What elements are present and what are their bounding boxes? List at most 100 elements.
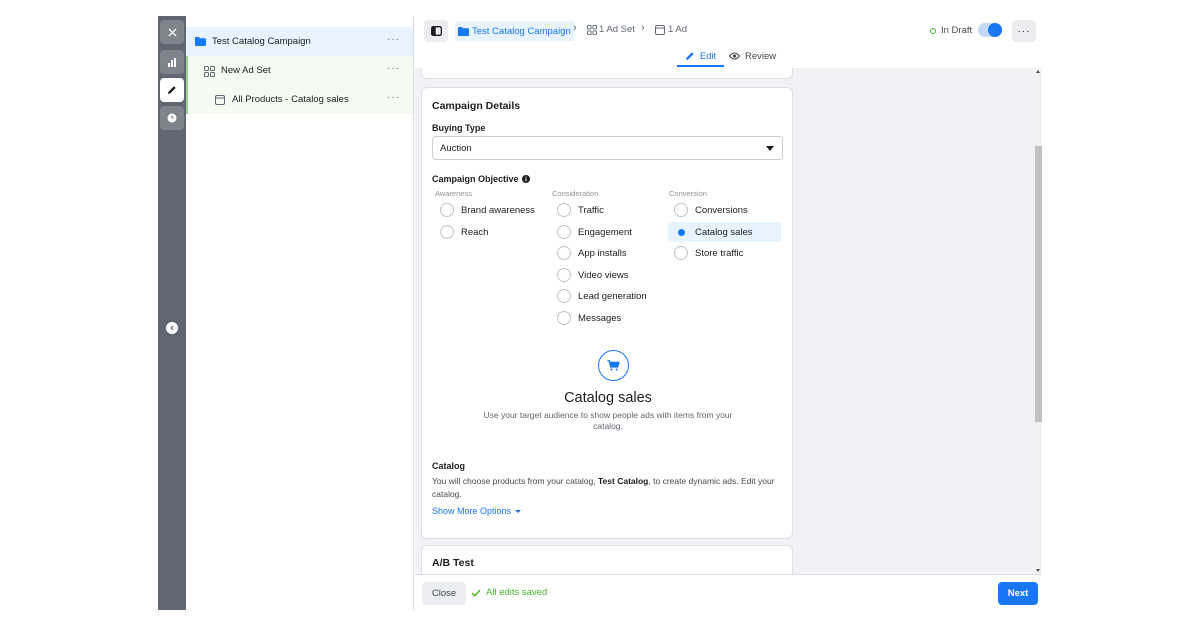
grid-icon [204, 65, 215, 77]
radio-button[interactable] [674, 246, 688, 260]
radio-button[interactable] [557, 203, 571, 217]
option-label: Catalog sales [695, 226, 753, 238]
tree-item-adset[interactable]: New Ad Set ··· [186, 56, 413, 85]
catalog-name: Test Catalog [598, 476, 649, 486]
scrollbar-thumb[interactable] [1035, 146, 1042, 422]
close-editor-button[interactable] [160, 20, 184, 44]
tree-item-ad[interactable]: All Products - Catalog sales ··· [186, 85, 413, 114]
radio-button[interactable] [440, 225, 454, 239]
catalog-text-pre: You will choose products from your catal… [432, 476, 598, 486]
option-label: Lead generation [578, 290, 647, 302]
edit-mode-button[interactable] [160, 78, 184, 102]
objective-option-traffic[interactable]: Traffic [551, 200, 604, 220]
pencil-icon [685, 52, 694, 60]
info-icon[interactable] [521, 175, 530, 183]
objective-option-engagement[interactable]: Engagement [551, 222, 632, 242]
ab-test-title: A/B Test [432, 557, 474, 569]
campaign-toggle[interactable] [978, 23, 1002, 37]
clock-icon [167, 113, 177, 123]
left-rail [158, 16, 186, 610]
scrollbar[interactable] [1035, 68, 1042, 574]
grid-icon [587, 24, 597, 35]
breadcrumb-adset[interactable]: 1 Ad Set [587, 24, 635, 35]
option-label: Conversions [695, 204, 748, 216]
tab-edit[interactable]: Edit [677, 47, 724, 67]
radio-button[interactable] [557, 268, 571, 282]
objective-option-store-traffic[interactable]: Store traffic [668, 243, 743, 263]
pencil-icon [168, 86, 176, 94]
breadcrumb-ad[interactable]: 1 Ad [655, 24, 687, 35]
option-label: Traffic [578, 204, 604, 216]
buying-type-label: Buying Type [432, 123, 486, 133]
objective-label-row: Campaign Objective [432, 174, 530, 184]
editor-header: Test Catalog Campaign › 1 Ad Set › 1 Ad … [415, 16, 1042, 68]
show-more-options-link[interactable]: Show More Options [432, 506, 522, 516]
show-more-label: Show More Options [432, 506, 512, 516]
objective-option-catalog-sales[interactable]: Catalog sales [668, 222, 781, 242]
objective-option-video-views[interactable]: Video views [551, 265, 629, 285]
caret-down-icon [766, 146, 774, 151]
history-button[interactable] [160, 106, 184, 130]
scroll-up-icon[interactable] [1036, 70, 1040, 73]
scroll-down-icon[interactable] [1036, 569, 1040, 572]
objective-option-messages[interactable]: Messages [551, 308, 621, 328]
ads-manager-editor: Test Catalog Campaign ··· New Ad Set ···… [0, 0, 1200, 628]
eye-icon [729, 52, 740, 60]
option-label: Store traffic [695, 247, 744, 259]
tree-item-campaign[interactable]: Test Catalog Campaign ··· [186, 27, 413, 56]
option-label: Brand awareness [461, 204, 535, 216]
objective-option-app-installs[interactable]: App installs [551, 243, 627, 263]
previous-section-card [421, 68, 793, 79]
next-button[interactable]: Next [998, 582, 1038, 605]
ad-icon [215, 94, 226, 105]
column-heading-awareness: Awareness [435, 189, 472, 198]
more-actions-button[interactable]: ··· [1012, 20, 1036, 42]
catalog-label: Catalog [432, 461, 466, 471]
folder-icon [195, 36, 206, 47]
radio-button[interactable] [440, 203, 454, 217]
radio-button[interactable] [674, 203, 688, 217]
collapse-panel-button[interactable] [166, 322, 178, 334]
editor-body[interactable]: Campaign Details Buying Type Auction Cam… [415, 68, 1035, 574]
objective-option-reach[interactable]: Reach [434, 222, 488, 242]
objective-description: Use your target audience to show people … [483, 410, 733, 431]
draft-status: In Draft [930, 25, 972, 36]
chevron-right-icon: › [641, 22, 645, 34]
radio-button[interactable] [557, 225, 571, 239]
option-label: Engagement [578, 226, 632, 238]
tab-review[interactable]: Review [729, 47, 776, 65]
shopping-cart-icon [598, 350, 629, 381]
objective-option-conversions[interactable]: Conversions [668, 200, 748, 220]
radio-button[interactable] [557, 311, 571, 325]
radio-button[interactable] [557, 289, 571, 303]
objective-option-lead-generation[interactable]: Lead generation [551, 286, 647, 306]
more-options-icon[interactable]: ··· [387, 92, 400, 103]
toggle-knob [988, 23, 1002, 37]
buying-type-select[interactable]: Auction [432, 136, 783, 160]
chevron-left-icon [170, 325, 174, 331]
checkmark-icon [471, 589, 481, 597]
tree-item-label: All Products - Catalog sales [232, 94, 349, 105]
option-label: Video views [578, 269, 629, 281]
reporting-button[interactable] [160, 50, 184, 74]
close-icon [167, 27, 177, 37]
radio-button[interactable] [557, 246, 571, 260]
ab-test-card: A/B Test [421, 545, 793, 574]
toggle-panel-button[interactable] [424, 20, 448, 42]
campaign-tree: Test Catalog Campaign ··· New Ad Set ···… [186, 16, 414, 610]
radio-button-selected[interactable] [674, 225, 688, 239]
ad-icon [655, 24, 665, 35]
close-button[interactable]: Close [422, 582, 466, 605]
folder-icon [458, 26, 469, 36]
breadcrumb-campaign[interactable]: Test Catalog Campaign [455, 21, 575, 41]
objective-option-brand-awareness[interactable]: Brand awareness [434, 200, 535, 220]
sidebar-toggle-icon [430, 26, 442, 36]
more-options-icon[interactable]: ··· [387, 34, 400, 45]
breadcrumb-campaign-label: Test Catalog Campaign [472, 25, 571, 37]
status-label: In Draft [941, 25, 973, 36]
column-heading-conversion: Conversion [669, 189, 707, 198]
column-heading-consideration: Consideration [552, 189, 599, 198]
buying-type-value: Auction [440, 142, 472, 154]
catalog-description: You will choose products from your catal… [432, 475, 782, 500]
more-options-icon[interactable]: ··· [387, 63, 400, 74]
